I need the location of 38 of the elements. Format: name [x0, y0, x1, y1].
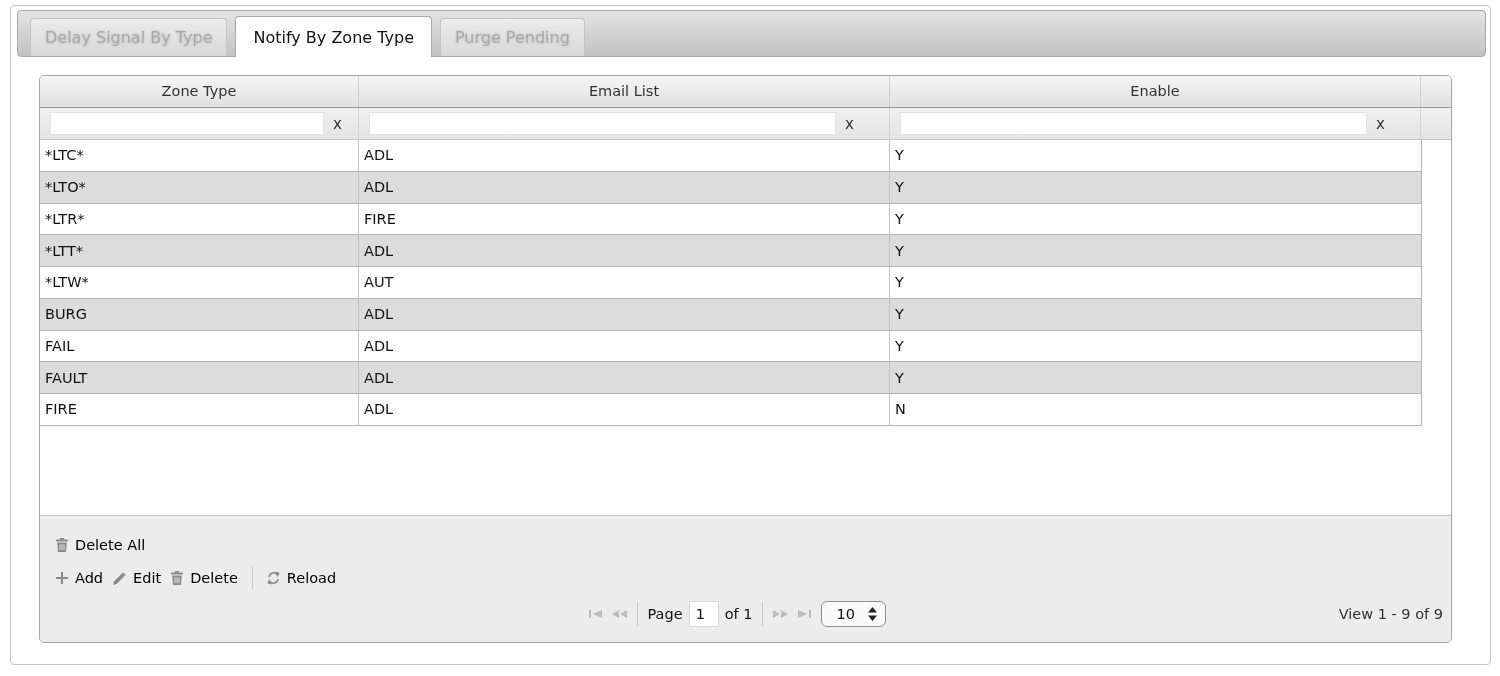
table-cell: Y	[890, 235, 1421, 266]
page-number-field[interactable]: 1	[688, 601, 719, 627]
table-cell: Y	[890, 171, 1421, 203]
clear-filter-button[interactable]: x	[842, 114, 857, 133]
column-header[interactable]: Enable	[890, 76, 1421, 107]
add-button[interactable]: Add	[54, 570, 106, 586]
filter-field[interactable]	[900, 112, 1367, 135]
filter-field[interactable]	[369, 112, 836, 135]
pencil-icon	[113, 571, 127, 585]
record-count-label: View 1 - 9 of 9	[1338, 606, 1443, 622]
page-size-select[interactable]: 10	[821, 601, 887, 627]
table-cell: ADL	[359, 298, 890, 330]
table-cell: ADL	[359, 362, 890, 393]
delete-all-button[interactable]: Delete All	[54, 537, 148, 553]
filter-field[interactable]	[50, 112, 324, 135]
tab[interactable]: Notify By Zone Type	[235, 16, 432, 57]
delete-button[interactable]: Delete	[169, 570, 240, 586]
reload-button[interactable]: Reload	[264, 570, 339, 586]
trash-icon	[171, 571, 184, 585]
table-cell: Y	[890, 362, 1421, 393]
trash-icon	[56, 538, 68, 552]
column-header[interactable]: Zone Type	[40, 76, 359, 107]
table-cell: *LTT*	[40, 235, 359, 266]
page-label: Page	[647, 606, 683, 622]
table-cell: FAULT	[40, 362, 359, 393]
clear-filter-button[interactable]: x	[1373, 114, 1388, 133]
table-cell: ADL	[359, 235, 890, 266]
table-cell: *LTO*	[40, 171, 359, 203]
table-cell: ADL	[359, 171, 890, 203]
refresh-icon	[266, 571, 280, 585]
edit-button[interactable]: Edit	[111, 570, 164, 586]
clear-filter-button[interactable]: x	[330, 114, 345, 133]
page-count-label: of 1	[724, 606, 753, 622]
table-cell: Y	[890, 298, 1421, 330]
plus-icon	[56, 572, 68, 584]
up-down-arrows-icon	[868, 607, 878, 621]
table-cell: BURG	[40, 298, 359, 330]
column-header[interactable]: Email List	[359, 76, 890, 107]
